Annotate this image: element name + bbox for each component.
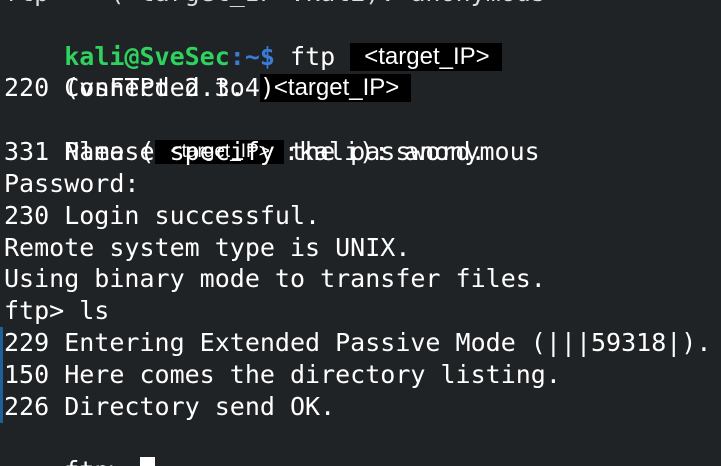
output-left-marker: [0, 327, 3, 423]
binary-mode-line: Using binary mode to transfer files.: [4, 264, 546, 293]
ls-command-line: ftp> ls: [4, 296, 110, 325]
login-success-line: 230 Login successful.: [4, 201, 321, 230]
previous-output-fragment: ftp (<target_IP>:kali): anonymous: [4, 0, 546, 9]
name-login-line: Name (<target_IP>:kali): anonymous: [4, 104, 539, 166]
connected-redacted-target-ip: <target_IP>: [259, 74, 412, 102]
passive-mode-line: 229 Entering Extended Passive Mode (|||5…: [4, 328, 712, 357]
terminal-window[interactable]: ftp (<target_IP>:kali): anonymous kali@S…: [0, 0, 721, 466]
ftp-command-line: kali@SveSec:~$ ftp <target_IP>: [4, 9, 502, 71]
directory-listing-line: 150 Here comes the directory listing.: [4, 360, 561, 389]
block-cursor-icon[interactable]: [140, 457, 156, 466]
final-prompt-text: ftp>: [64, 456, 139, 466]
connected-line: Connected to <target_IP>: [4, 40, 412, 102]
password-label-line: Password:: [4, 169, 140, 198]
final-prompt-line[interactable]: ftp>: [4, 423, 156, 466]
directory-ok-line: 226 Directory send OK.: [4, 392, 336, 421]
system-type-line: Remote system type is UNIX.: [4, 233, 411, 262]
banner-line: 220 (vsFTPd 2.3.4): [4, 73, 275, 102]
password-request-line: 331 Please specify the password.: [4, 137, 486, 166]
